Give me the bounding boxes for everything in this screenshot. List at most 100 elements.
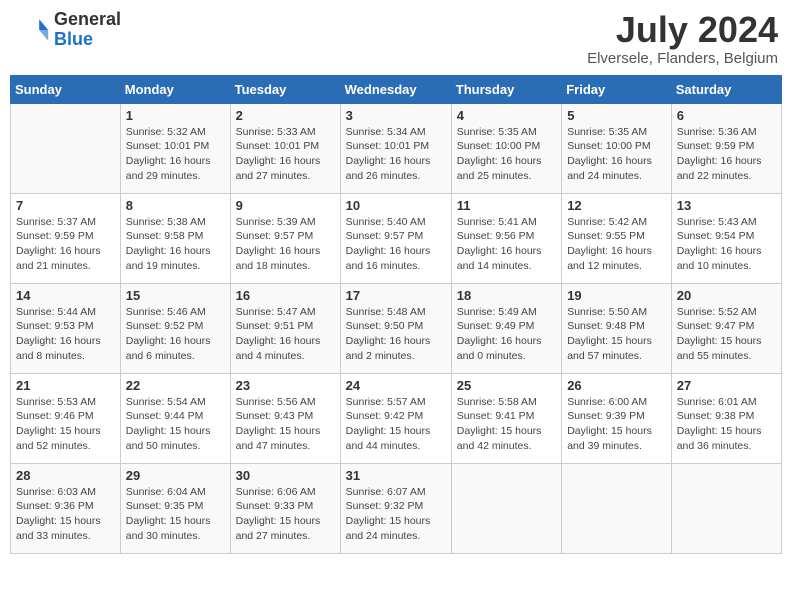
calendar-cell: 6 Sunrise: 5:36 AM Sunset: 9:59 PM Daylig… <box>671 103 781 193</box>
calendar-cell: 3 Sunrise: 5:34 AM Sunset: 10:01 PM Dayli… <box>340 103 451 193</box>
col-header-tuesday: Tuesday <box>230 75 340 103</box>
day-number: 16 <box>236 288 335 303</box>
day-info: Sunrise: 5:34 AM Sunset: 10:01 PM Daylig… <box>346 125 446 184</box>
day-info: Sunrise: 5:46 AM Sunset: 9:52 PM Dayligh… <box>126 305 225 364</box>
calendar-cell: 16 Sunrise: 5:47 AM Sunset: 9:51 PM Dayli… <box>230 283 340 373</box>
calendar-cell: 19 Sunrise: 5:50 AM Sunset: 9:48 PM Dayli… <box>562 283 672 373</box>
day-info: Sunrise: 5:53 AM Sunset: 9:46 PM Dayligh… <box>16 395 115 454</box>
day-number: 4 <box>457 108 556 123</box>
calendar-cell: 27Sunrise: 6:01 AM Sunset: 9:38 PM Dayli… <box>671 373 781 463</box>
day-number: 2 <box>236 108 335 123</box>
day-info: Sunrise: 5:39 AM Sunset: 9:57 PM Dayligh… <box>236 215 335 274</box>
day-info: Sunrise: 6:04 AM Sunset: 9:35 PM Dayligh… <box>126 485 225 544</box>
day-number: 23 <box>236 378 335 393</box>
col-header-thursday: Thursday <box>451 75 561 103</box>
day-info: Sunrise: 5:35 AM Sunset: 10:00 PM Daylig… <box>457 125 556 184</box>
calendar-cell <box>562 463 672 553</box>
col-header-wednesday: Wednesday <box>340 75 451 103</box>
calendar-week-row: 7Sunrise: 5:37 AM Sunset: 9:59 PM Daylig… <box>11 193 782 283</box>
day-number: 5 <box>567 108 666 123</box>
calendar-cell: 11Sunrise: 5:41 AM Sunset: 9:56 PM Dayli… <box>451 193 561 283</box>
day-number: 9 <box>236 198 335 213</box>
day-number: 6 <box>677 108 776 123</box>
calendar-cell <box>11 103 121 193</box>
day-info: Sunrise: 5:36 AM Sunset: 9:59 PM Dayligh… <box>677 125 776 184</box>
day-number: 15 <box>126 288 225 303</box>
day-number: 28 <box>16 468 115 483</box>
calendar-cell: 7Sunrise: 5:37 AM Sunset: 9:59 PM Daylig… <box>11 193 121 283</box>
calendar-cell <box>451 463 561 553</box>
day-info: Sunrise: 5:49 AM Sunset: 9:49 PM Dayligh… <box>457 305 556 364</box>
logo-general-text: General <box>54 10 121 30</box>
logo-icon <box>14 12 50 48</box>
calendar-cell: 20 Sunrise: 5:52 AM Sunset: 9:47 PM Dayli… <box>671 283 781 373</box>
col-header-sunday: Sunday <box>11 75 121 103</box>
logo-blue-text: Blue <box>54 30 121 50</box>
calendar-cell <box>671 463 781 553</box>
calendar-cell: 14 Sunrise: 5:44 AM Sunset: 9:53 PM Dayli… <box>11 283 121 373</box>
day-number: 14 <box>16 288 115 303</box>
calendar-cell: 17Sunrise: 5:48 AM Sunset: 9:50 PM Dayli… <box>340 283 451 373</box>
day-number: 3 <box>346 108 446 123</box>
calendar-cell: 30Sunrise: 6:06 AM Sunset: 9:33 PM Dayli… <box>230 463 340 553</box>
calendar-cell: 24Sunrise: 5:57 AM Sunset: 9:42 PM Dayli… <box>340 373 451 463</box>
day-info: Sunrise: 5:54 AM Sunset: 9:44 PM Dayligh… <box>126 395 225 454</box>
calendar-cell: 18 Sunrise: 5:49 AM Sunset: 9:49 PM Dayli… <box>451 283 561 373</box>
day-info: Sunrise: 5:35 AM Sunset: 10:00 PM Daylig… <box>567 125 666 184</box>
day-info: Sunrise: 5:37 AM Sunset: 9:59 PM Dayligh… <box>16 215 115 274</box>
day-info: Sunrise: 5:38 AM Sunset: 9:58 PM Dayligh… <box>126 215 225 274</box>
day-number: 19 <box>567 288 666 303</box>
calendar-cell: 12Sunrise: 5:42 AM Sunset: 9:55 PM Dayli… <box>562 193 672 283</box>
day-info: Sunrise: 6:03 AM Sunset: 9:36 PM Dayligh… <box>16 485 115 544</box>
calendar-cell: 28 Sunrise: 6:03 AM Sunset: 9:36 PM Dayli… <box>11 463 121 553</box>
day-info: Sunrise: 5:33 AM Sunset: 10:01 PM Daylig… <box>236 125 335 184</box>
calendar-header-row: SundayMondayTuesdayWednesdayThursdayFrid… <box>11 75 782 103</box>
day-info: Sunrise: 5:47 AM Sunset: 9:51 PM Dayligh… <box>236 305 335 364</box>
day-number: 20 <box>677 288 776 303</box>
col-header-friday: Friday <box>562 75 672 103</box>
day-info: Sunrise: 5:50 AM Sunset: 9:48 PM Dayligh… <box>567 305 666 364</box>
day-number: 26 <box>567 378 666 393</box>
day-number: 1 <box>126 108 225 123</box>
day-number: 8 <box>126 198 225 213</box>
day-info: Sunrise: 6:06 AM Sunset: 9:33 PM Dayligh… <box>236 485 335 544</box>
location-text: Elversele, Flanders, Belgium <box>587 50 778 67</box>
day-info: Sunrise: 5:56 AM Sunset: 9:43 PM Dayligh… <box>236 395 335 454</box>
day-number: 27 <box>677 378 776 393</box>
calendar-cell: 22 Sunrise: 5:54 AM Sunset: 9:44 PM Dayli… <box>120 373 230 463</box>
day-info: Sunrise: 5:58 AM Sunset: 9:41 PM Dayligh… <box>457 395 556 454</box>
day-info: Sunrise: 6:00 AM Sunset: 9:39 PM Dayligh… <box>567 395 666 454</box>
day-number: 10 <box>346 198 446 213</box>
day-number: 21 <box>16 378 115 393</box>
calendar-cell: 13 Sunrise: 5:43 AM Sunset: 9:54 PM Dayli… <box>671 193 781 283</box>
calendar-cell: 1 Sunrise: 5:32 AM Sunset: 10:01 PM Dayli… <box>120 103 230 193</box>
day-info: Sunrise: 5:43 AM Sunset: 9:54 PM Dayligh… <box>677 215 776 274</box>
calendar-cell: 26 Sunrise: 6:00 AM Sunset: 9:39 PM Dayli… <box>562 373 672 463</box>
logo: General Blue <box>14 10 121 50</box>
day-number: 18 <box>457 288 556 303</box>
day-number: 24 <box>346 378 446 393</box>
day-info: Sunrise: 5:44 AM Sunset: 9:53 PM Dayligh… <box>16 305 115 364</box>
day-number: 12 <box>567 198 666 213</box>
day-info: Sunrise: 5:52 AM Sunset: 9:47 PM Dayligh… <box>677 305 776 364</box>
title-area: July 2024 Elversele, Flanders, Belgium <box>587 10 778 67</box>
calendar-cell: 8 Sunrise: 5:38 AM Sunset: 9:58 PM Daylig… <box>120 193 230 283</box>
day-number: 22 <box>126 378 225 393</box>
day-number: 29 <box>126 468 225 483</box>
calendar-cell: 9 Sunrise: 5:39 AM Sunset: 9:57 PM Daylig… <box>230 193 340 283</box>
calendar-cell: 5 Sunrise: 5:35 AM Sunset: 10:00 PM Dayli… <box>562 103 672 193</box>
calendar-table: SundayMondayTuesdayWednesdayThursdayFrid… <box>10 75 782 554</box>
day-info: Sunrise: 5:40 AM Sunset: 9:57 PM Dayligh… <box>346 215 446 274</box>
calendar-cell: 15 Sunrise: 5:46 AM Sunset: 9:52 PM Dayli… <box>120 283 230 373</box>
calendar-cell: 21 Sunrise: 5:53 AM Sunset: 9:46 PM Dayli… <box>11 373 121 463</box>
calendar-cell: 23 Sunrise: 5:56 AM Sunset: 9:43 PM Dayli… <box>230 373 340 463</box>
col-header-monday: Monday <box>120 75 230 103</box>
day-number: 13 <box>677 198 776 213</box>
day-info: Sunrise: 5:48 AM Sunset: 9:50 PM Dayligh… <box>346 305 446 364</box>
calendar-cell: 4 Sunrise: 5:35 AM Sunset: 10:00 PM Dayli… <box>451 103 561 193</box>
day-info: Sunrise: 5:32 AM Sunset: 10:01 PM Daylig… <box>126 125 225 184</box>
month-title: July 2024 <box>587 10 778 50</box>
calendar-cell: 2 Sunrise: 5:33 AM Sunset: 10:01 PM Dayli… <box>230 103 340 193</box>
col-header-saturday: Saturday <box>671 75 781 103</box>
day-number: 25 <box>457 378 556 393</box>
